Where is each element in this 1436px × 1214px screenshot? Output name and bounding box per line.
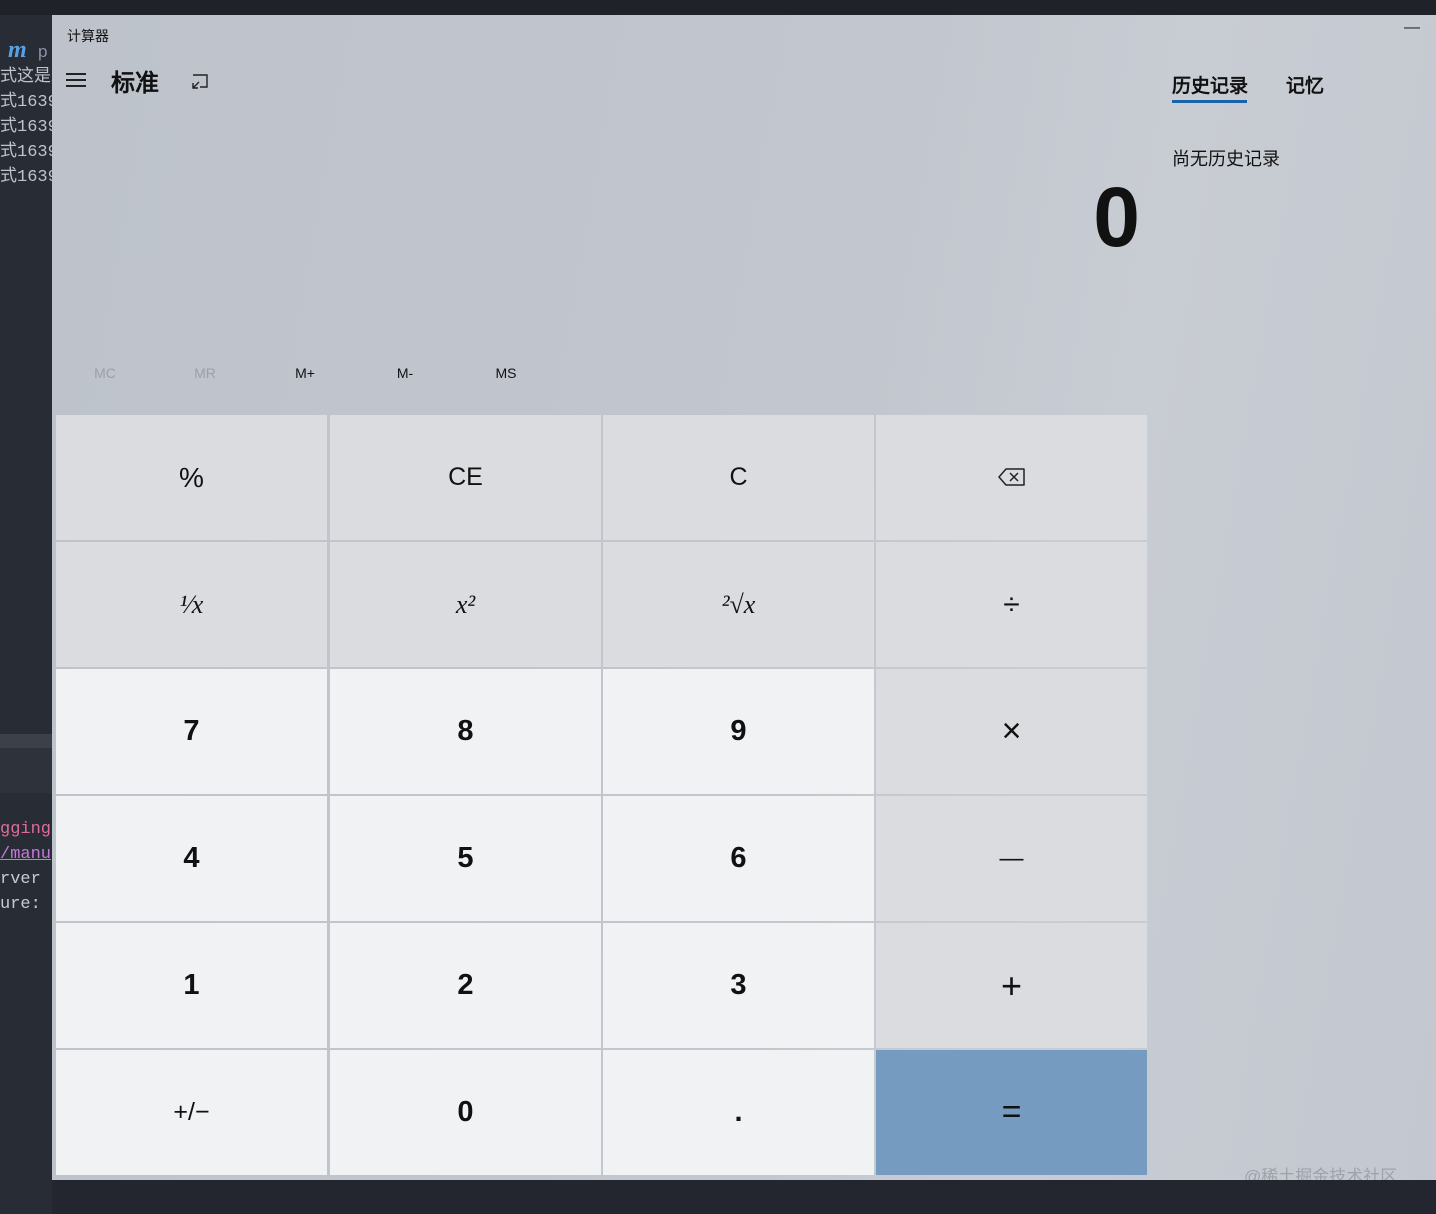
editor-line: 式1639 [0, 118, 52, 137]
memory-add-button[interactable]: M+ [260, 365, 350, 385]
six-button[interactable]: 6 [603, 796, 874, 921]
multiply-label: × [1001, 712, 1022, 750]
editor-line: 式这是来 [0, 68, 52, 87]
five-button[interactable]: 5 [330, 796, 601, 921]
two-button[interactable]: 2 [330, 923, 601, 1048]
tab-history[interactable]: 历史记录 [1172, 71, 1248, 98]
negate-button[interactable]: +/− [56, 1050, 327, 1175]
background-editor: m p 式这是来 式1639 式1639 式1639 式1639 gging /… [0, 15, 52, 1214]
four-label: 4 [183, 842, 200, 874]
square-root-button[interactable]: ²√x [603, 542, 874, 667]
memory-subtract-button[interactable]: M- [360, 365, 450, 385]
backspace-button[interactable] [876, 415, 1147, 540]
decimal-label: . [734, 1096, 743, 1128]
eight-label: 8 [457, 715, 474, 747]
five-label: 5 [457, 842, 474, 874]
seven-button[interactable]: 7 [56, 669, 327, 794]
equals-label: = [1001, 1093, 1022, 1131]
nine-label: 9 [730, 715, 747, 747]
percent-button[interactable]: % [56, 415, 327, 540]
terminal-line: rver [0, 870, 41, 889]
memory-store-button[interactable]: MS [461, 365, 551, 385]
background-top-bar [0, 0, 1436, 15]
clear-entry-label: CE [448, 463, 483, 491]
editor-separator [0, 734, 52, 748]
three-button[interactable]: 3 [603, 923, 874, 1048]
editor-line: 式1639 [0, 93, 52, 112]
four-button[interactable]: 4 [56, 796, 327, 921]
clear-label: C [729, 463, 748, 491]
zero-button[interactable]: 0 [330, 1050, 601, 1175]
multiply-button[interactable]: × [876, 669, 1147, 794]
reciprocal-button[interactable]: ¹⁄x [56, 542, 327, 667]
seven-label: 7 [183, 715, 200, 747]
editor-panel [0, 748, 52, 793]
background-bottom-bar [52, 1180, 1436, 1214]
square-root-label: ²√x [721, 589, 756, 619]
plus-label: + [1000, 964, 1023, 1006]
square-button[interactable]: x² [330, 542, 601, 667]
six-label: 6 [730, 842, 747, 874]
clear-entry-button[interactable]: CE [330, 415, 601, 540]
one-label: 1 [183, 969, 200, 1001]
one-button[interactable]: 1 [56, 923, 327, 1048]
clear-button[interactable]: C [603, 415, 874, 540]
minus-button[interactable]: — [876, 796, 1147, 921]
divide-button[interactable]: ÷ [876, 542, 1147, 667]
decimal-button[interactable]: . [603, 1050, 874, 1175]
window-title: 计算器 [67, 28, 109, 44]
history-empty-message: 尚无历史记录 [1172, 149, 1280, 169]
plus-button[interactable]: + [876, 923, 1147, 1048]
two-label: 2 [457, 969, 474, 1001]
zero-label: 0 [457, 1096, 474, 1128]
minimize-button[interactable]: — [1401, 19, 1423, 45]
memory-clear-button[interactable]: MC [60, 365, 150, 385]
three-label: 3 [730, 969, 747, 1001]
result-display: 0 [1093, 170, 1140, 264]
backspace-icon [997, 462, 1026, 494]
equals-button[interactable]: = [876, 1050, 1147, 1175]
hamburger-menu-icon[interactable] [66, 73, 88, 89]
negate-label: +/− [173, 1098, 210, 1126]
calculator-window: 计算器 — 标准 0 MC MR M+ M- MS % CE C ¹⁄x x² … [52, 15, 1436, 1180]
divide-label: ÷ [1003, 587, 1020, 621]
terminal-link: /manu [0, 845, 52, 864]
keep-on-top-icon[interactable] [190, 71, 210, 91]
editor-logo: m [8, 37, 27, 63]
memory-recall-button[interactable]: MR [160, 365, 250, 385]
square-label: x² [455, 589, 476, 619]
editor-line: 式1639 [0, 168, 52, 187]
minus-label: — [999, 844, 1024, 872]
mode-title: 标准 [111, 70, 159, 97]
eight-button[interactable]: 8 [330, 669, 601, 794]
editor-logo-suffix: p [38, 42, 48, 61]
terminal-line: gging [0, 820, 52, 839]
nine-button[interactable]: 9 [603, 669, 874, 794]
editor-line: 式1639 [0, 143, 52, 162]
terminal-line: ure: [0, 895, 41, 914]
percent-label: % [179, 461, 204, 493]
watermark: @稀土掘金技术社区 [1244, 1167, 1398, 1180]
reciprocal-label: ¹⁄x [179, 589, 204, 619]
tab-memory[interactable]: 记忆 [1286, 71, 1324, 98]
tab-active-indicator [1172, 100, 1247, 103]
keypad: % CE C ¹⁄x x² ²√x ÷ 7 8 9 × 4 5 6 — 1 2 … [56, 415, 1149, 1176]
